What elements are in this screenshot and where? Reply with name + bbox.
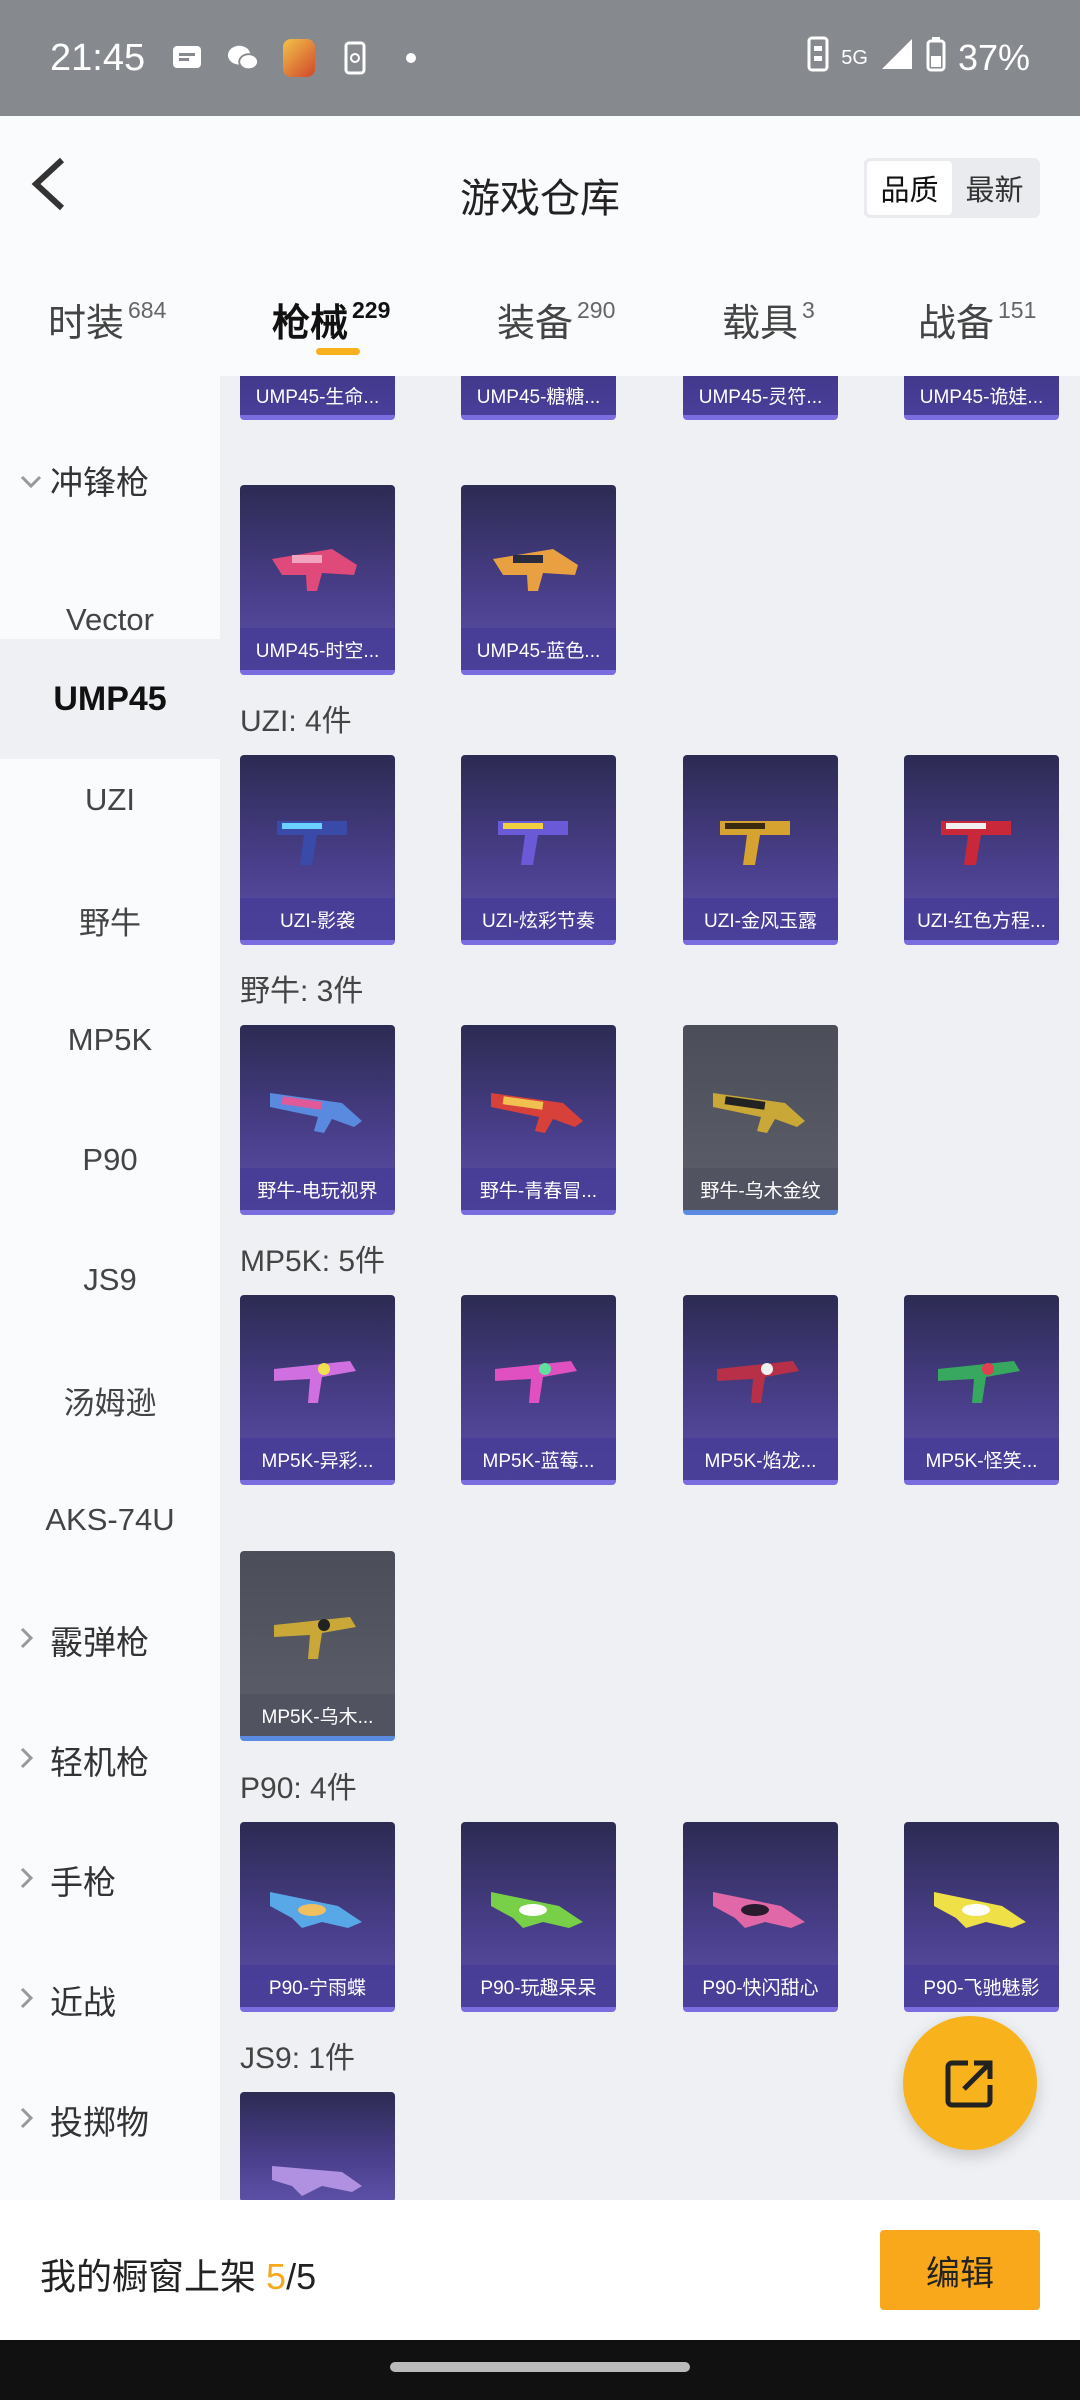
tab-vehicles[interactable]: 载具 3 xyxy=(722,292,815,347)
category-tabs: 时装 684 枪械 229 装备 290 载具 3 战备 151 xyxy=(0,256,1080,376)
mp5k-skin-image xyxy=(495,1361,577,1403)
weapon-card[interactable]: UMP45-糖糖... xyxy=(461,376,616,420)
sidebar-item-mp5k[interactable]: MP5K xyxy=(0,1000,220,1080)
chevron-right-icon xyxy=(20,1625,34,1656)
weapon-card[interactable]: P90-宁雨蝶 xyxy=(240,1822,395,2012)
uzi-skin-image xyxy=(498,821,568,865)
sidebar-item-bison[interactable]: 野牛 xyxy=(0,880,220,960)
weapon-card[interactable]: UMP45-灵符... xyxy=(683,376,838,420)
tab-supplies[interactable]: 战备 151 xyxy=(918,292,1036,347)
p90-skin-image xyxy=(934,1892,1026,1928)
signal-icon xyxy=(880,37,914,80)
battery-level: 37% xyxy=(957,37,1030,78)
mp5k-skin-image xyxy=(938,1361,1020,1403)
message-icon xyxy=(171,42,203,74)
group-title-js9: JS9: 1件 xyxy=(240,2042,356,2075)
weapon-card[interactable]: UMP45-生命... xyxy=(240,376,395,420)
weapon-card[interactable]: MP5K-怪笑... xyxy=(904,1295,1059,1485)
group-title-mp5k: MP5K: 5件 xyxy=(240,1245,386,1278)
weapon-card[interactable]: UZI-影袭 xyxy=(240,755,395,945)
uzi-skin-image xyxy=(277,821,347,865)
sidebar-item-aks74u[interactable]: AKS-74U xyxy=(0,1480,220,1560)
chevron-right-icon xyxy=(20,1865,34,1896)
group-title-uzi: UZI: 4件 xyxy=(240,705,352,738)
sidebar-item-thompson[interactable]: 汤姆逊 xyxy=(0,1360,220,1440)
sidebar-category-throwable[interactable]: 投掷物 xyxy=(0,2080,220,2160)
weapon-card[interactable]: UMP45-时空... xyxy=(240,485,395,675)
system-nav-bar xyxy=(0,2340,1080,2400)
sort-toggle: 品质 最新 xyxy=(864,158,1040,218)
more-dot-icon xyxy=(395,42,427,74)
weapon-card[interactable]: UMP45-诡娃... xyxy=(904,376,1059,420)
sidebar-item-js9[interactable]: JS9 xyxy=(0,1240,220,1320)
uzi-skin-image xyxy=(720,821,790,865)
tab-equipment[interactable]: 装备 290 xyxy=(497,292,615,347)
weapon-grid: UMP45-生命... UMP45-糖糖... UMP45-灵符... UMP4… xyxy=(220,376,1080,2200)
showcase-bar: 我的橱窗上架 5/5 编辑 xyxy=(0,2200,1080,2340)
p90-skin-image xyxy=(270,1892,362,1928)
game-app-icon xyxy=(283,39,316,77)
phone-sync-icon xyxy=(339,41,371,75)
sidebar-item-ump45[interactable]: UMP45 xyxy=(0,639,220,759)
p90-skin-image xyxy=(713,1892,805,1928)
status-time: 21:45 xyxy=(50,36,146,79)
bison-skin-image xyxy=(270,1093,362,1133)
chevron-down-icon xyxy=(20,465,42,496)
weapon-card[interactable]: MP5K-焰龙... xyxy=(683,1295,838,1485)
weapon-card[interactable]: UZI-红色方程... xyxy=(904,755,1059,945)
battery-icon xyxy=(926,36,946,81)
weapon-card[interactable]: 野牛-乌木金纹 xyxy=(683,1025,838,1215)
bison-skin-image xyxy=(713,1093,805,1133)
tab-fashion[interactable]: 时装 684 xyxy=(48,292,166,347)
status-bar: 21:45 5G 37% xyxy=(0,0,1080,116)
weapon-card[interactable]: P90-飞驰魅影 xyxy=(904,1822,1059,2012)
group-title-p90: P90: 4件 xyxy=(240,1772,357,1805)
mp5k-skin-image xyxy=(717,1361,799,1403)
home-gesture-pill[interactable] xyxy=(390,2362,690,2372)
group-title-bison: 野牛: 3件 xyxy=(240,975,364,1008)
weapon-card[interactable]: 野牛-电玩视界 xyxy=(240,1025,395,1215)
ump45-skin-image xyxy=(493,549,578,591)
sidebar-item-p90[interactable]: P90 xyxy=(0,1120,220,1200)
chevron-right-icon xyxy=(20,2105,34,2136)
weapon-card[interactable]: P90-快闪甜心 xyxy=(683,1822,838,2012)
sidebar-category-lmg[interactable]: 轻机枪 xyxy=(0,1720,220,1800)
network-type: 5G xyxy=(841,47,868,69)
wechat-icon xyxy=(227,42,260,74)
weapon-card[interactable]: MP5K-乌木... xyxy=(240,1551,395,1741)
sidebar-category-smg[interactable]: 冲锋枪 xyxy=(0,420,220,540)
sim-icon xyxy=(807,36,829,81)
active-tab-indicator xyxy=(316,348,360,355)
weapon-card[interactable]: UMP45-蓝色... xyxy=(461,485,616,675)
tab-guns[interactable]: 枪械 229 xyxy=(272,292,390,347)
mp5k-skin-image xyxy=(274,1361,356,1403)
share-button[interactable] xyxy=(903,2016,1037,2150)
weapon-card[interactable]: MP5K-蓝莓... xyxy=(461,1295,616,1485)
showcase-count: 我的橱窗上架 5/5 xyxy=(40,2256,317,2297)
share-external-icon xyxy=(945,2060,993,2108)
js9-skin-image xyxy=(272,2166,362,2196)
weapon-card[interactable] xyxy=(240,2092,395,2200)
sidebar-item-uzi[interactable]: UZI xyxy=(0,760,220,840)
sidebar-category-shotgun[interactable]: 霰弹枪 xyxy=(0,1600,220,1680)
mp5k-skin-image xyxy=(274,1617,356,1659)
edit-button[interactable]: 编辑 xyxy=(880,2230,1040,2310)
sort-newest-button[interactable]: 最新 xyxy=(952,161,1037,215)
sort-quality-button[interactable]: 品质 xyxy=(867,161,952,215)
weapon-card[interactable]: MP5K-异彩... xyxy=(240,1295,395,1485)
chevron-right-icon xyxy=(20,1985,34,2016)
weapon-card[interactable]: UZI-炫彩节奏 xyxy=(461,755,616,945)
weapon-sidebar: 冲锋枪 Vector UMP45 UZI 野牛 MP5K P90 JS9 汤姆逊… xyxy=(0,376,220,2200)
p90-skin-image xyxy=(491,1892,583,1928)
weapon-card[interactable]: UZI-金风玉露 xyxy=(683,755,838,945)
chevron-right-icon xyxy=(20,1745,34,1776)
ump45-skin-image xyxy=(272,549,357,591)
sidebar-category-pistol[interactable]: 手枪 xyxy=(0,1840,220,1920)
page-header: 游戏仓库 品质 最新 xyxy=(0,116,1080,256)
weapon-card[interactable]: 野牛-青春冒... xyxy=(461,1025,616,1215)
uzi-skin-image xyxy=(941,821,1011,865)
sidebar-category-melee[interactable]: 近战 xyxy=(0,1960,220,2040)
weapon-card[interactable]: P90-玩趣呆呆 xyxy=(461,1822,616,2012)
bison-skin-image xyxy=(491,1093,583,1133)
